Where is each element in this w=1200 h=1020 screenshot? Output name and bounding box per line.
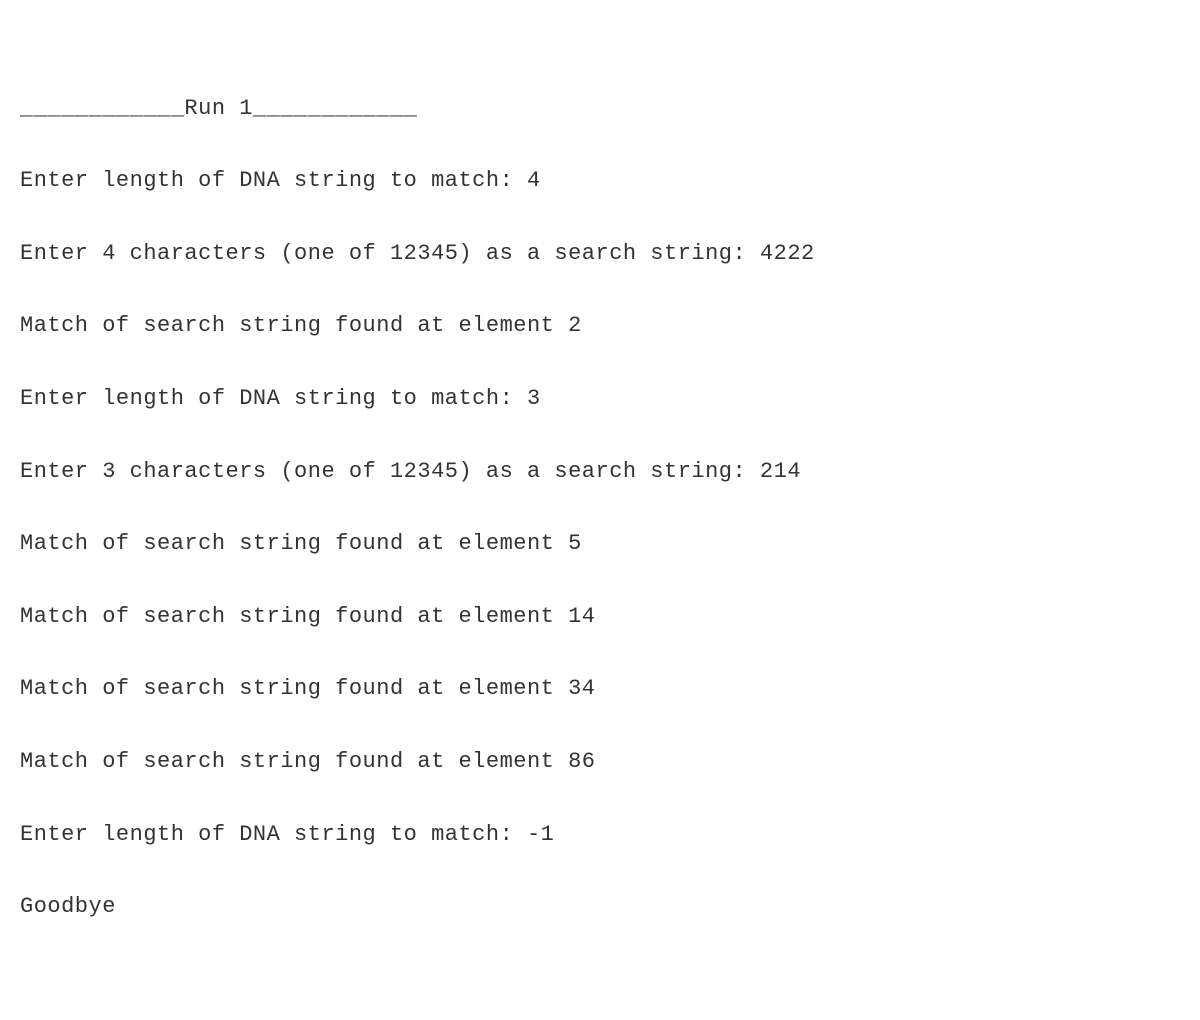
prompt-length-1: Enter length of DNA string to match: 4	[20, 163, 1180, 199]
goodbye-message: Goodbye	[20, 889, 1180, 925]
match-result-2b: Match of search string found at element …	[20, 599, 1180, 635]
match-result-2c: Match of search string found at element …	[20, 671, 1180, 707]
match-result-2a: Match of search string found at element …	[20, 526, 1180, 562]
prompt-length-3: Enter length of DNA string to match: -1	[20, 817, 1180, 853]
prompt-chars-1: Enter 4 characters (one of 12345) as a s…	[20, 236, 1180, 272]
match-result-2d: Match of search string found at element …	[20, 744, 1180, 780]
run-header: ____________Run 1____________	[20, 91, 1180, 127]
match-result-1: Match of search string found at element …	[20, 308, 1180, 344]
prompt-chars-2: Enter 3 characters (one of 12345) as a s…	[20, 454, 1180, 490]
prompt-length-2: Enter length of DNA string to match: 3	[20, 381, 1180, 417]
